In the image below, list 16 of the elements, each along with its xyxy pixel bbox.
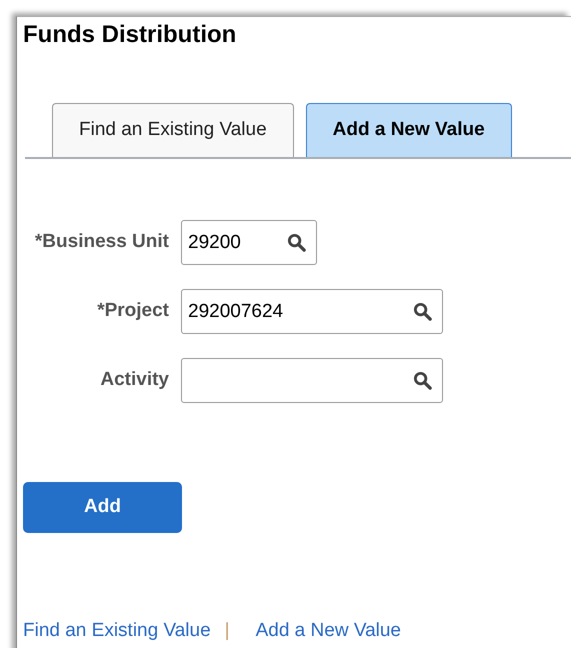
search-icon[interactable] [287,233,306,252]
footer-link[interactable]: Find an Existing Value [23,617,211,646]
tab[interactable]: Add a New Value [306,103,512,157]
search-icon[interactable] [413,371,432,390]
field-label: *Project [96,299,170,324]
page-title: Funds Distribution [23,20,238,50]
field-label: Activity [99,368,170,392]
separator: | [224,619,230,643]
field-label: *Business Unit [34,230,170,254]
search-icon[interactable] [413,302,432,321]
add-button[interactable]: Add [23,482,182,533]
input-field[interactable]: 29200 [181,220,317,265]
footer-link[interactable]: Add a New Value [256,617,401,646]
input-field[interactable] [181,358,443,403]
tab[interactable]: Find an Existing Value [52,103,294,157]
input-field[interactable]: 292007624 [181,289,443,334]
